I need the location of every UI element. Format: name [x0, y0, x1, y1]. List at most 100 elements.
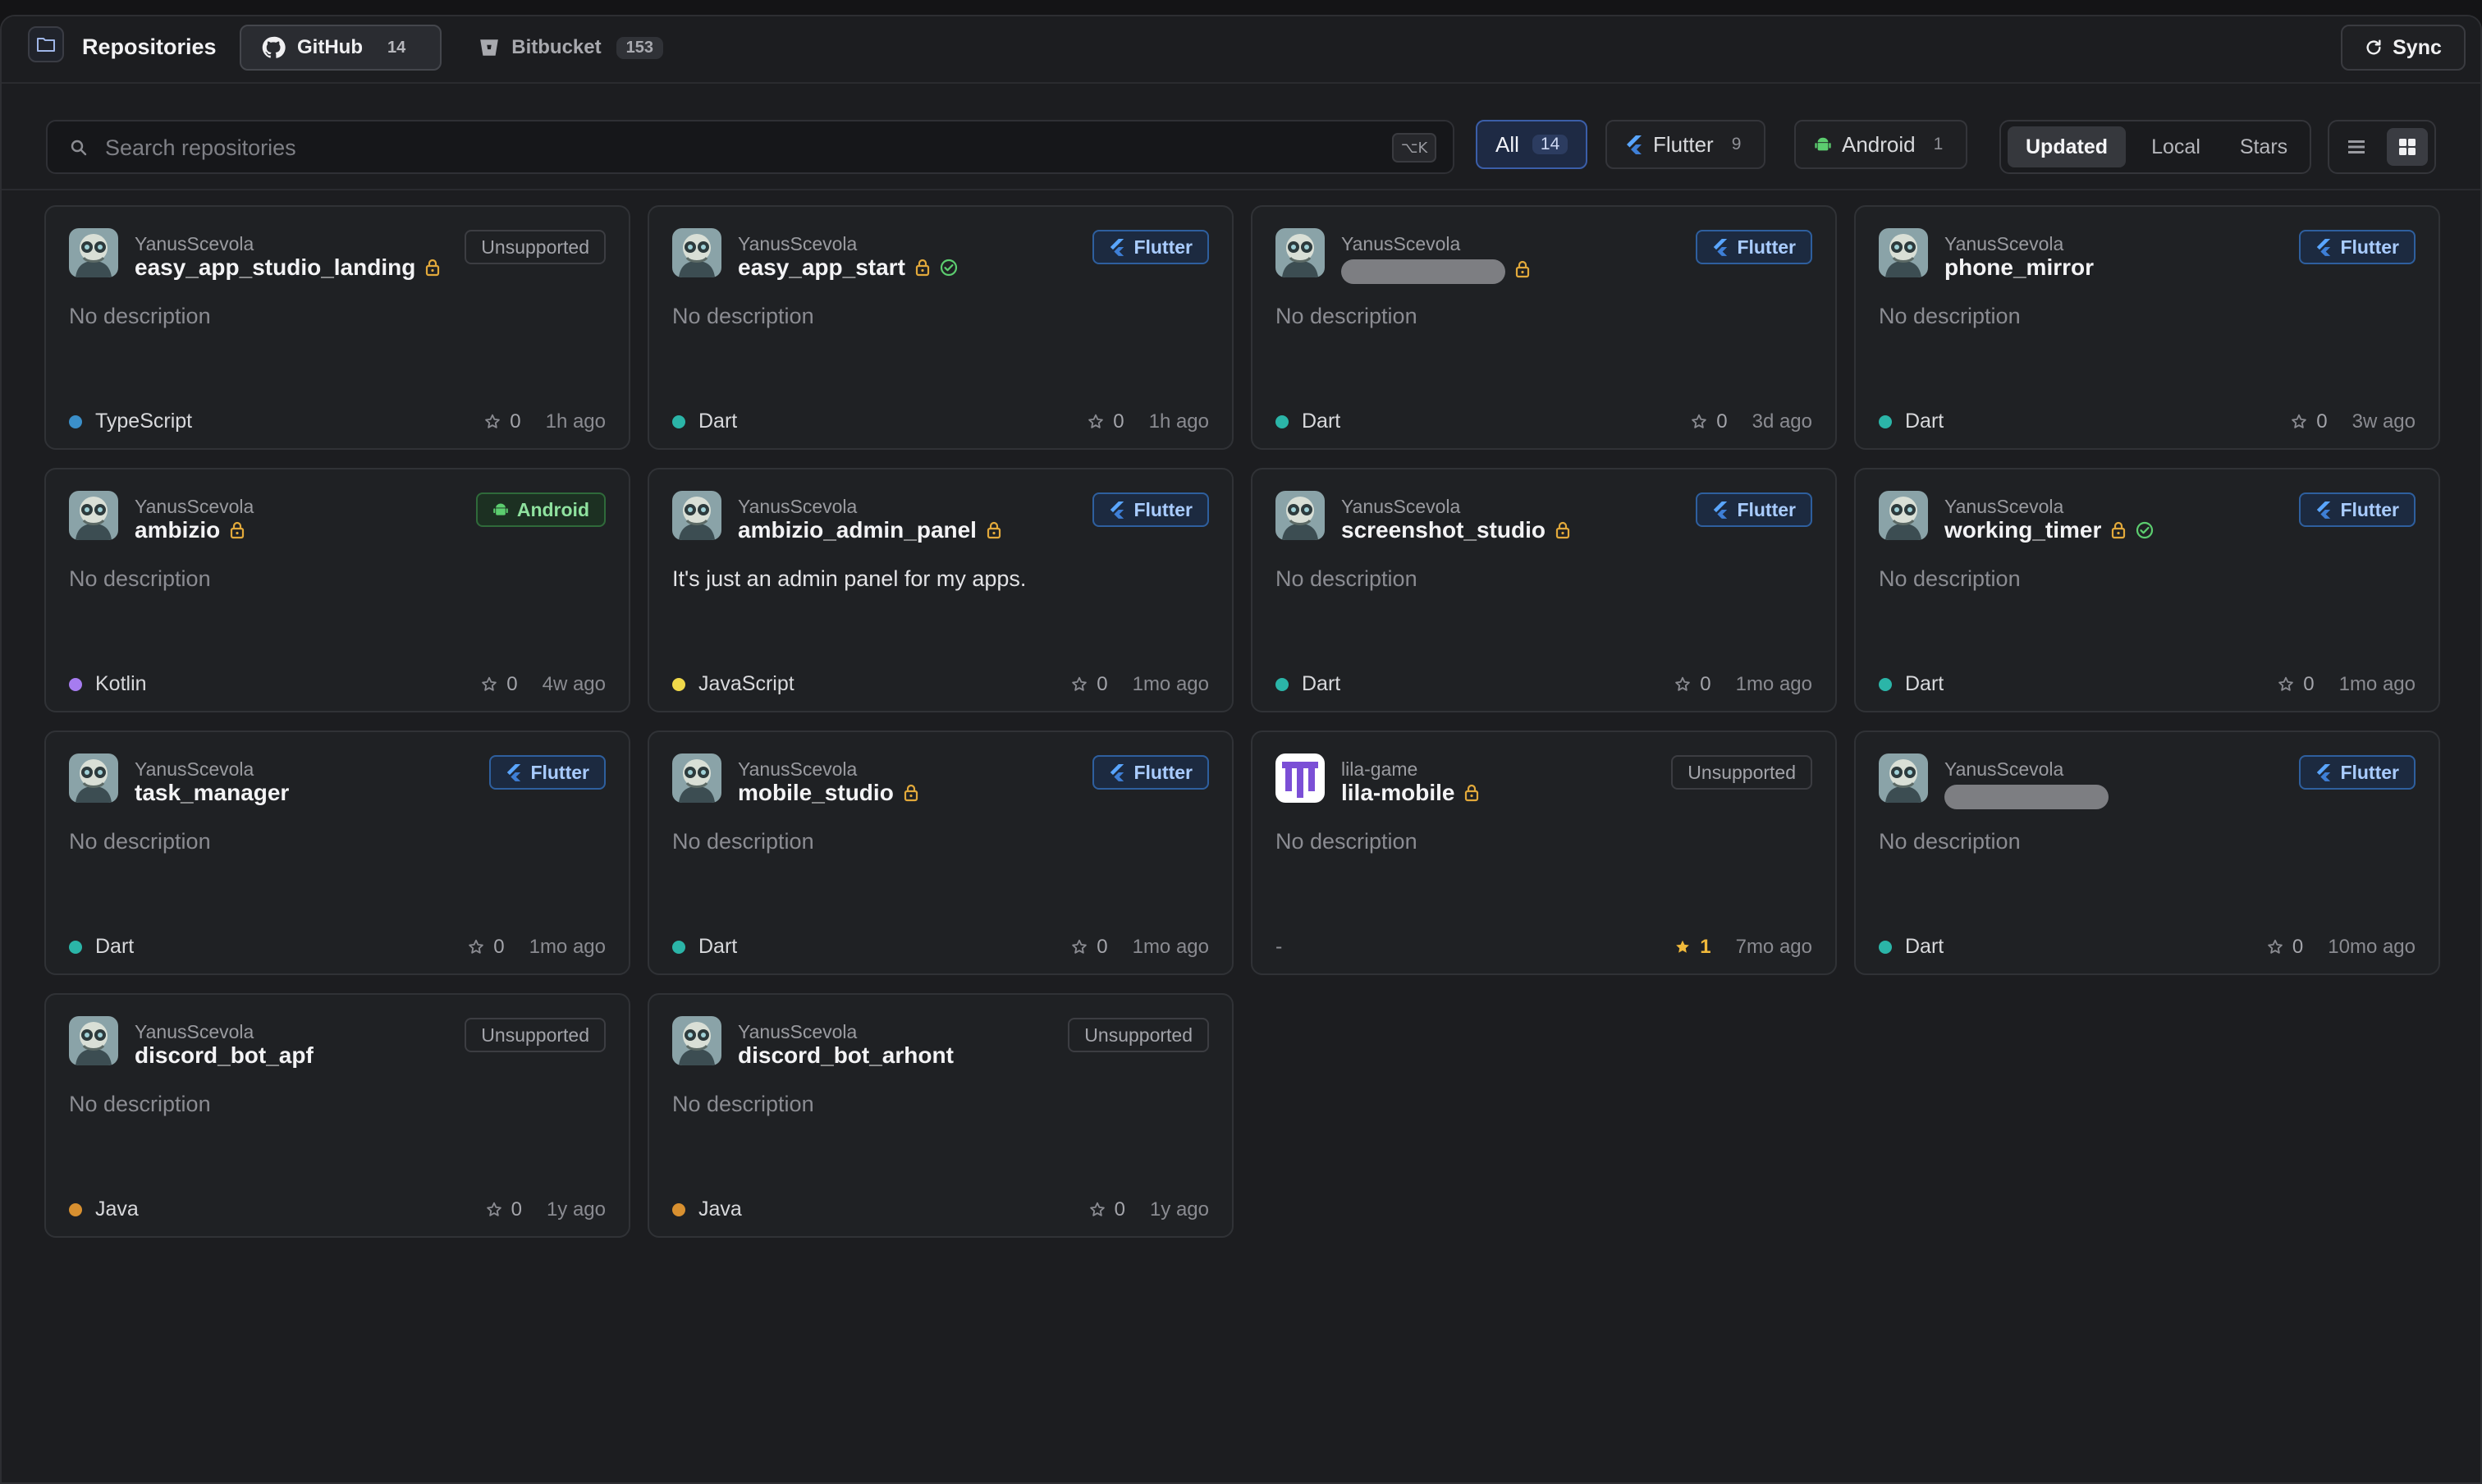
repo-title[interactable]	[1341, 254, 1530, 284]
lock-icon	[2111, 521, 2126, 539]
avatar	[69, 753, 118, 803]
grid-view-icon[interactable]	[2387, 128, 2428, 166]
language-dot	[672, 1202, 685, 1216]
repo-title[interactable]: screenshot_studio	[1341, 517, 1570, 543]
repo-card[interactable]: YanusScevola easy_app_start Flutter No d…	[648, 205, 1234, 450]
flutter-icon	[1109, 763, 1125, 781]
repo-title[interactable]: discord_bot_apf	[135, 1042, 314, 1069]
repo-card[interactable]: YanusScevola screenshot_studio Flutter N…	[1251, 468, 1837, 712]
repo-card[interactable]: YanusScevola mobile_studio Flutter No de…	[648, 731, 1234, 975]
repo-title[interactable]: mobile_studio	[738, 780, 918, 806]
repo-description: No description	[69, 304, 211, 328]
repo-meta: 0 1mo ago	[1070, 936, 1209, 959]
app-window: Repositories GitHub 14 Bitbucket 153 Syn…	[0, 15, 2482, 1484]
repo-title[interactable]: lila-mobile	[1341, 780, 1479, 806]
language-dot	[672, 940, 685, 954]
star-count: 0	[1087, 410, 1124, 433]
repo-description: No description	[1879, 566, 2021, 591]
updated-time: 1mo ago	[1132, 673, 1209, 695]
repo-language: Dart	[1879, 410, 1944, 433]
repo-title[interactable]: ambizio	[135, 517, 245, 543]
avatar	[672, 491, 721, 540]
repo-title[interactable]: working_timer	[1944, 517, 2154, 543]
flutter-icon	[1109, 238, 1125, 256]
repo-owner: YanusScevola	[135, 1021, 254, 1042]
repo-title[interactable]: discord_bot_arhont	[738, 1042, 954, 1069]
tab-bitbucket[interactable]: Bitbucket 153	[458, 25, 683, 71]
repo-owner: YanusScevola	[738, 233, 858, 254]
repo-card[interactable]: YanusScevola Flutter No description Dart…	[1854, 731, 2440, 975]
repo-description: No description	[1879, 304, 2021, 328]
filter-chip-android[interactable]: Android 1	[1794, 120, 1968, 169]
language-label: Dart	[1905, 410, 1944, 433]
flutter-icon	[2315, 501, 2332, 519]
repo-card[interactable]: YanusScevola discord_bot_apf Unsupported…	[44, 993, 630, 1238]
language-label: -	[1275, 935, 1283, 958]
check-circle-icon	[940, 259, 958, 277]
platform-badge: Unsupported	[465, 1018, 606, 1052]
repo-card[interactable]: YanusScevola easy_app_studio_landing Uns…	[44, 205, 630, 450]
filter-chip-all[interactable]: All 14	[1476, 120, 1588, 169]
star-count: 0	[480, 673, 518, 696]
repo-card[interactable]: YanusScevola ambizio Android No descript…	[44, 468, 630, 712]
tab-github[interactable]: GitHub 14	[240, 25, 442, 71]
star-count: 0	[1070, 673, 1108, 696]
platform-badge-label: Flutter	[2340, 236, 2399, 258]
repo-owner: YanusScevola	[1341, 233, 1461, 254]
sort-stars[interactable]: Stars	[2223, 126, 2305, 167]
repo-owner: YanusScevola	[1944, 233, 2064, 254]
platform-badge: Flutter	[2299, 755, 2416, 790]
repo-name: task_manager	[135, 780, 290, 805]
star-count-value: 0	[506, 673, 518, 695]
sync-button[interactable]: Sync	[2341, 25, 2466, 71]
sort-local[interactable]: Local	[2131, 126, 2221, 167]
page-title: Repositories	[82, 34, 217, 59]
platform-badge: Flutter	[1092, 755, 1209, 790]
filter-chip-flutter[interactable]: Flutter 9	[1605, 120, 1766, 169]
repo-card[interactable]: YanusScevola working_timer Flutter No de…	[1854, 468, 2440, 712]
platform-badge-label: Android	[516, 498, 589, 520]
repo-name: lila-mobile	[1341, 780, 1455, 805]
language-dot	[1879, 940, 1892, 954]
lock-icon	[915, 259, 930, 277]
flutter-icon	[1712, 238, 1729, 256]
search-input[interactable]	[103, 131, 1338, 164]
repo-card[interactable]: YanusScevola task_manager Flutter No des…	[44, 731, 630, 975]
updated-time: 10mo ago	[2328, 936, 2416, 958]
repo-description: It's just an admin panel for my apps.	[672, 566, 1027, 591]
star-icon	[2266, 938, 2284, 956]
repo-description: No description	[69, 1092, 211, 1116]
star-count: 0	[1088, 1198, 1125, 1221]
search-box[interactable]: ⌥K	[46, 120, 1454, 174]
repo-title[interactable]: easy_app_studio_landing	[135, 254, 440, 281]
list-view-icon[interactable]	[2336, 128, 2377, 166]
repo-title[interactable]: task_manager	[135, 780, 289, 806]
star-count-value: 0	[493, 936, 505, 958]
sort-updated[interactable]: Updated	[2008, 126, 2126, 167]
avatar	[1879, 491, 1928, 540]
repo-card[interactable]: YanusScevola ambizio_admin_panel Flutter…	[648, 468, 1234, 712]
star-count: 0	[483, 410, 521, 433]
repo-card[interactable]: YanusScevola Flutter No description Dart…	[1251, 205, 1837, 450]
flutter-icon	[1712, 501, 1729, 519]
repo-title[interactable]	[1944, 780, 2109, 809]
repo-language: Kotlin	[69, 672, 147, 696]
repo-card[interactable]: lila-game lila-mobile Unsupported No des…	[1251, 731, 1837, 975]
folder-icon[interactable]	[28, 26, 64, 62]
repo-name: ambizio_admin_panel	[738, 517, 977, 543]
repo-language: Dart	[1275, 672, 1340, 696]
lock-icon	[1555, 521, 1570, 539]
platform-badge-label: Flutter	[530, 761, 589, 783]
lock-icon	[230, 521, 245, 539]
repo-meta: 0 3d ago	[1690, 410, 1812, 433]
updated-time: 1y ago	[1149, 1198, 1209, 1221]
sort-segmented-control: Updated Local Stars	[1999, 120, 2311, 174]
language-dot	[1879, 677, 1892, 691]
repo-title[interactable]: ambizio_admin_panel	[738, 517, 1001, 543]
repo-title[interactable]: easy_app_start	[738, 254, 958, 281]
repo-title[interactable]: phone_mirror	[1944, 254, 2094, 281]
star-icon	[1690, 413, 1708, 431]
repo-card[interactable]: YanusScevola discord_bot_arhont Unsuppor…	[648, 993, 1234, 1238]
repo-card[interactable]: YanusScevola phone_mirror Flutter No des…	[1854, 205, 2440, 450]
repo-language: Java	[672, 1198, 742, 1221]
